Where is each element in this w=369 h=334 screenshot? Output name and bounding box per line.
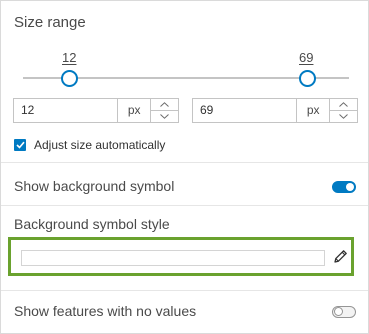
show-background-symbol-label: Show background symbol [14,178,175,194]
checkmark-icon [15,141,25,149]
min-unit-label: px [117,99,151,122]
slider-min-thumb[interactable] [61,70,78,87]
chevron-up-icon [339,102,349,107]
divider [1,290,368,291]
slider-min-label: 12 [62,50,77,65]
min-size-stepper: px [13,98,179,123]
max-size-stepper: px [192,98,358,123]
toggle-knob [334,307,343,316]
no-values-toggle[interactable] [332,306,356,318]
max-decrement-button[interactable] [330,110,357,122]
toggle-knob [346,183,354,191]
chevron-up-icon [160,102,170,107]
chevron-down-icon [160,114,170,119]
max-size-input[interactable] [193,99,296,122]
slider-max-label: 69 [299,50,314,65]
size-range-heading: Size range [14,14,86,31]
background-symbol-preview[interactable] [21,250,325,266]
size-panel: Size range 12 69 px px [0,0,369,334]
slider-max-thumb[interactable] [299,70,316,87]
divider [1,162,368,163]
pencil-icon [334,250,347,263]
adjust-size-label: Adjust size automatically [34,138,166,152]
min-spinner [150,99,178,122]
max-unit-label: px [296,99,330,122]
min-increment-button[interactable] [151,99,178,110]
chevron-down-icon [339,114,349,119]
max-spinner [329,99,357,122]
show-no-values-label: Show features with no values [14,303,197,319]
edit-symbol-button[interactable] [332,248,349,265]
min-decrement-button[interactable] [151,110,178,122]
max-increment-button[interactable] [330,99,357,110]
min-size-input[interactable] [14,99,117,122]
divider [1,205,368,206]
background-symbol-style-heading: Background symbol style [14,216,170,232]
adjust-size-checkbox[interactable] [14,139,26,151]
background-symbol-toggle[interactable] [332,181,356,193]
